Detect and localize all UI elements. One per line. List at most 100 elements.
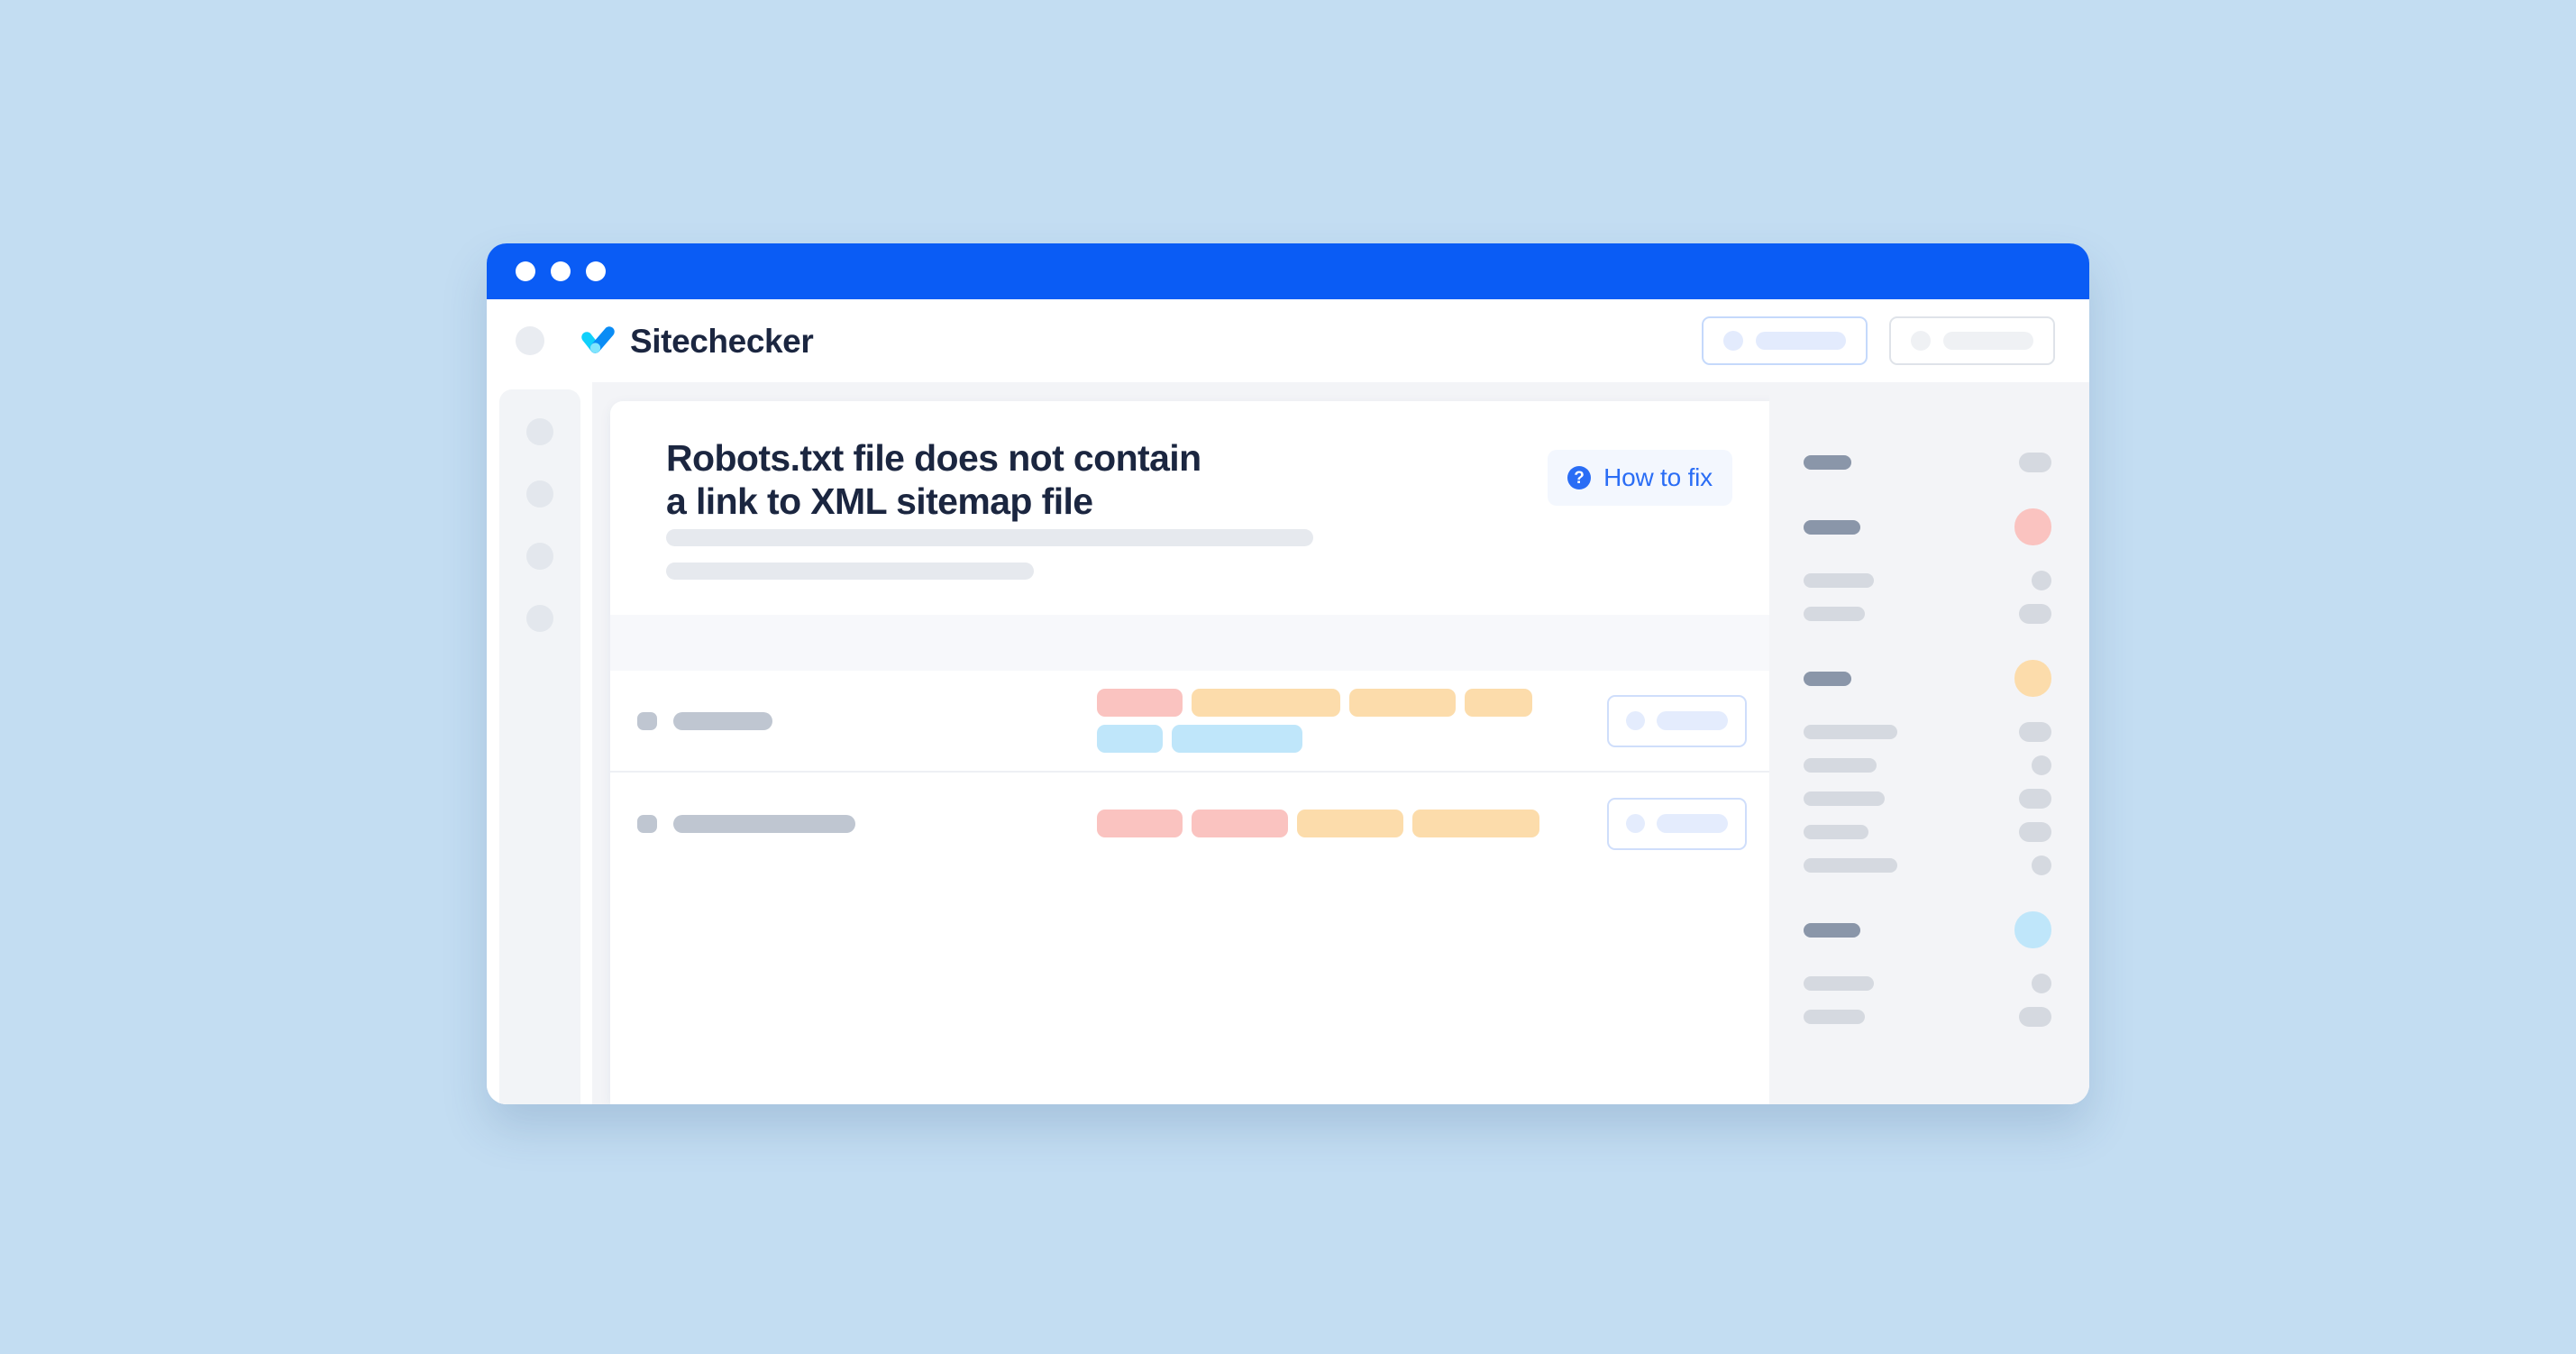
table-row[interactable] — [610, 671, 1785, 773]
header-actions — [1702, 316, 2055, 365]
panel-sub-label — [1804, 758, 1877, 773]
sitechecker-check-logo-icon — [581, 326, 615, 353]
left-sidebar-panel — [498, 389, 580, 1104]
hamburger-icon[interactable] — [516, 326, 544, 355]
button-placeholder-label — [1943, 332, 2033, 350]
status-badge — [2019, 722, 2051, 742]
button-placeholder-label — [1657, 814, 1728, 834]
status-badge — [2019, 822, 2051, 842]
tag-amber[interactable] — [1192, 689, 1340, 718]
issue-title-texts: Robots.txt file does not contain a link … — [666, 437, 1548, 581]
panel-group-label — [1804, 671, 1851, 686]
panel-sub-item[interactable] — [1804, 855, 2051, 875]
tag-blue[interactable] — [1172, 725, 1302, 754]
panel-group-label — [1804, 455, 1851, 470]
tag-amber[interactable] — [1412, 810, 1539, 838]
panel-group-label — [1804, 519, 1860, 535]
button-placeholder-icon — [1626, 711, 1645, 731]
panel-sub-item[interactable] — [1804, 722, 2051, 742]
issue-title-block: Robots.txt file does not contain a link … — [610, 401, 1785, 581]
right-panel — [1769, 382, 2089, 1104]
row-action-button[interactable] — [1607, 694, 1747, 747]
secondary-header-button[interactable] — [1889, 316, 2055, 365]
row-tags — [1097, 810, 1548, 838]
button-placeholder-icon — [1723, 331, 1743, 351]
issue-card: Robots.txt file does not contain a link … — [610, 401, 1785, 1104]
status-badge-red — [2014, 508, 2051, 545]
panel-group-4 — [1804, 911, 2051, 1027]
maximize-dot-icon[interactable] — [586, 261, 606, 281]
status-badge — [2032, 571, 2051, 590]
browser-window: Sitechecker Robots.txt file does not con… — [487, 243, 2089, 1104]
tag-amber[interactable] — [1349, 689, 1456, 718]
panel-group-1 — [1804, 453, 2051, 472]
panel-sub-item[interactable] — [1804, 822, 2051, 842]
row-bullet-icon — [637, 814, 657, 833]
panel-sub-label — [1804, 725, 1897, 739]
button-placeholder-label — [1657, 711, 1728, 731]
status-badge — [2019, 789, 2051, 809]
tag-red[interactable] — [1097, 810, 1183, 838]
row-action-button[interactable] — [1607, 797, 1747, 850]
tag-red[interactable] — [1097, 689, 1183, 718]
panel-sub-item[interactable] — [1804, 755, 2051, 775]
sidebar-item-2-icon[interactable] — [525, 480, 553, 508]
panel-sub-item[interactable] — [1804, 1007, 2051, 1027]
row-bullet-icon — [637, 711, 657, 730]
row-label-placeholder — [673, 814, 855, 833]
app-body: Robots.txt file does not contain a link … — [487, 382, 2089, 1104]
tag-amber[interactable] — [1465, 689, 1532, 718]
panel-group-3 — [1804, 660, 2051, 875]
tag-amber[interactable] — [1297, 810, 1403, 838]
row-label — [637, 814, 1097, 833]
main-content: Robots.txt file does not contain a link … — [592, 382, 1785, 1104]
panel-sub-label — [1804, 607, 1865, 621]
title-placeholder-line-2 — [666, 563, 1034, 581]
primary-header-button[interactable] — [1702, 316, 1868, 365]
how-to-fix-button[interactable]: ? How to fix — [1548, 450, 1732, 506]
status-badge — [2019, 604, 2051, 624]
sidebar-item-1-icon[interactable] — [525, 418, 553, 445]
close-dot-icon[interactable] — [516, 261, 535, 281]
panel-sub-label — [1804, 791, 1885, 806]
page-title: Robots.txt file does not contain a link … — [666, 437, 1201, 522]
panel-sub-item[interactable] — [1804, 974, 2051, 993]
issue-rows — [610, 671, 1785, 1104]
panel-sub-item[interactable] — [1804, 604, 2051, 624]
sidebar-item-4-icon[interactable] — [525, 605, 553, 632]
panel-sub-item[interactable] — [1804, 571, 2051, 590]
window-titlebar — [487, 243, 2089, 299]
brand-name: Sitechecker — [630, 322, 814, 360]
row-label-placeholder — [673, 711, 772, 730]
panel-group-2 — [1804, 508, 2051, 624]
brand: Sitechecker — [577, 320, 814, 361]
left-sidebar — [487, 382, 592, 1104]
table-row[interactable] — [610, 773, 1785, 874]
panel-sub-label — [1804, 573, 1874, 588]
panel-group-header[interactable] — [1804, 660, 2051, 697]
panel-group-label — [1804, 922, 1860, 938]
title-placeholder-line-1 — [666, 529, 1313, 547]
status-badge — [2032, 974, 2051, 993]
status-badge-amber — [2014, 660, 2051, 697]
tag-red[interactable] — [1192, 810, 1288, 838]
minimize-dot-icon[interactable] — [551, 261, 571, 281]
table-header-band — [610, 615, 1785, 672]
panel-sub-label — [1804, 1010, 1865, 1024]
sidebar-item-3-icon[interactable] — [525, 543, 553, 570]
panel-group-header[interactable] — [1804, 911, 2051, 948]
row-label — [637, 711, 1097, 730]
panel-sub-label — [1804, 825, 1868, 839]
status-badge — [2032, 855, 2051, 875]
panel-group-header[interactable] — [1804, 508, 2051, 545]
button-placeholder-label — [1756, 332, 1846, 350]
panel-sub-label — [1804, 858, 1897, 873]
tag-blue[interactable] — [1097, 725, 1163, 754]
panel-group-header[interactable] — [1804, 453, 2051, 472]
panel-sub-label — [1804, 976, 1874, 991]
question-mark-icon: ? — [1567, 466, 1592, 489]
status-badge — [2032, 755, 2051, 775]
panel-sub-item[interactable] — [1804, 789, 2051, 809]
status-badge — [2019, 1007, 2051, 1027]
status-badge-blue — [2014, 911, 2051, 948]
